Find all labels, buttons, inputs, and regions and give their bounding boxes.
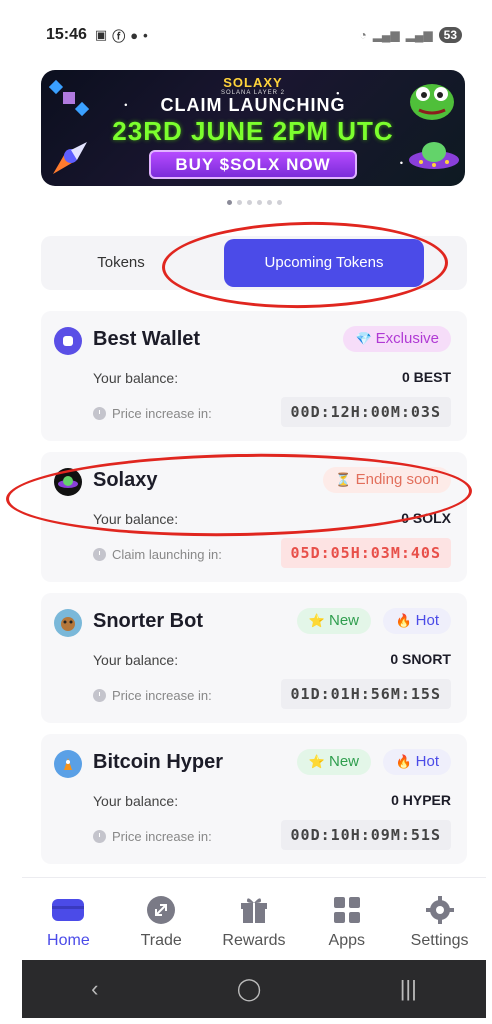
facebook-icon: ⓕ bbox=[112, 28, 126, 44]
nav-label: Settings bbox=[410, 932, 469, 949]
badge-new: ⭐ New bbox=[296, 608, 371, 634]
clock-icon bbox=[93, 548, 106, 561]
gift-icon bbox=[239, 894, 269, 926]
badge-label: New bbox=[328, 753, 359, 770]
timer-label: Price increase in: bbox=[112, 688, 212, 703]
token-card-bitcoin-hyper[interactable]: Bitcoin Hyper ⭐ New 🔥 Hot Your balance: 0 … bbox=[41, 734, 467, 864]
screenshot-icon: ▣ bbox=[94, 27, 108, 42]
timer-label: Price increase in: bbox=[112, 406, 212, 421]
nav-home[interactable]: Home bbox=[23, 878, 113, 960]
token-name: Snorter Bot bbox=[93, 610, 203, 632]
countdown-timer: 00D:12H:00M:03S bbox=[280, 397, 451, 427]
badge-new: ⭐ New bbox=[296, 749, 371, 775]
timer-label-row: Price increase in: bbox=[93, 829, 212, 844]
carousel-dot[interactable] bbox=[256, 200, 262, 205]
status-left: 15:46 ▣ ⓕ ● • bbox=[46, 26, 148, 45]
timer-label: Claim launching in: bbox=[112, 547, 222, 562]
banner-headline: CLAIM LAUNCHING bbox=[160, 95, 346, 115]
badge-label: Hot bbox=[415, 753, 439, 770]
back-icon[interactable]: ‹ bbox=[91, 976, 98, 1002]
nav-settings[interactable]: Settings bbox=[395, 878, 485, 960]
balance-value: 0 BEST bbox=[401, 369, 451, 385]
chat-icon: ● bbox=[130, 27, 139, 43]
notification-icons: ▣ ⓕ ● • bbox=[95, 26, 148, 45]
nav-label: Trade bbox=[140, 932, 182, 949]
nav-label: Apps bbox=[328, 932, 366, 949]
carousel-dot[interactable] bbox=[246, 200, 252, 205]
best-wallet-logo-icon bbox=[54, 327, 82, 355]
timer-label: Price increase in: bbox=[112, 829, 212, 844]
badge-label: Hot bbox=[415, 612, 439, 629]
nav-label: Home bbox=[47, 932, 90, 949]
wifi-icon: ◔ bbox=[359, 28, 367, 42]
diamond-icon: 💎 bbox=[355, 331, 372, 346]
balance-value: 0 HYPER bbox=[391, 792, 451, 808]
clock-icon bbox=[93, 830, 106, 843]
home-circle-icon[interactable]: ◯ bbox=[237, 976, 262, 1002]
recents-icon[interactable]: ||| bbox=[400, 976, 417, 1002]
status-time: 15:46 bbox=[46, 26, 87, 43]
annotation-ellipse-tab bbox=[161, 219, 449, 311]
app-screen: 15:46 ▣ ⓕ ● • ◔ ▂▄▆ ▂▄▆ 53 SOLAXY SOLANA… bbox=[5, 0, 486, 1024]
carousel-dot[interactable] bbox=[266, 200, 272, 205]
timer-label-row: Price increase in: bbox=[93, 688, 212, 703]
badge-hot: 🔥 Hot bbox=[383, 608, 451, 634]
countdown-timer: 00D:10H:09M:51S bbox=[280, 820, 451, 850]
token-card-snorter-bot[interactable]: Snorter Bot ⭐ New 🔥 Hot Your balance: 0 SN… bbox=[41, 593, 467, 723]
snorter-bot-logo-icon bbox=[54, 609, 82, 637]
balance-label: Your balance: bbox=[93, 370, 179, 386]
carousel-dots bbox=[22, 200, 486, 205]
carousel-dot[interactable] bbox=[276, 200, 282, 205]
promo-banner[interactable]: SOLAXY SOLANA LAYER 2 CLAIM LAUNCHING 23… bbox=[41, 70, 465, 186]
countdown-timer: 05D:05H:03M:40S bbox=[280, 538, 451, 568]
bitcoin-hyper-logo-icon bbox=[54, 750, 82, 778]
status-right: ◔ ▂▄▆ ▂▄▆ 53 bbox=[359, 27, 462, 43]
signal-icon-2: ▂▄▆ bbox=[405, 28, 433, 42]
balance-label: Your balance: bbox=[93, 652, 179, 668]
timer-label-row: Claim launching in: bbox=[93, 547, 222, 562]
badge-label: Exclusive bbox=[375, 330, 439, 347]
status-bar: 15:46 ▣ ⓕ ● • ◔ ▂▄▆ ▂▄▆ 53 bbox=[22, 20, 486, 50]
carousel-dot[interactable] bbox=[226, 200, 232, 205]
clock-icon bbox=[93, 407, 106, 420]
more-dot-icon: • bbox=[143, 27, 148, 43]
banner-brand: SOLAXY bbox=[223, 75, 283, 90]
badge-exclusive: 💎 Exclusive bbox=[343, 326, 451, 352]
balance-label: Your balance: bbox=[93, 793, 179, 809]
banner-buy-button[interactable]: BUY $SOLX NOW bbox=[149, 150, 357, 179]
fire-icon: 🔥 bbox=[395, 754, 412, 769]
token-name: Bitcoin Hyper bbox=[93, 751, 224, 773]
star-icon: ⭐ bbox=[308, 613, 325, 628]
system-nav-bar: ‹ ◯ ||| bbox=[22, 960, 486, 1018]
gear-icon bbox=[425, 894, 455, 926]
carousel-dot[interactable] bbox=[236, 200, 242, 205]
banner-date: 23RD JUNE 2PM UTC bbox=[112, 116, 394, 146]
nav-rewards[interactable]: Rewards bbox=[209, 878, 299, 960]
badge-hot: 🔥 Hot bbox=[383, 749, 451, 775]
badge-label: New bbox=[328, 612, 359, 629]
timer-label-row: Price increase in: bbox=[93, 406, 212, 421]
balance-value: 0 SNORT bbox=[390, 651, 451, 667]
fire-icon: 🔥 bbox=[395, 613, 412, 628]
clock-icon bbox=[93, 689, 106, 702]
nav-label: Rewards bbox=[222, 932, 286, 949]
signal-icon: ▂▄▆ bbox=[372, 28, 400, 42]
bottom-nav: Home Trade Rewards Apps Settings bbox=[22, 877, 486, 960]
apps-grid-icon bbox=[332, 894, 362, 926]
swap-icon bbox=[146, 894, 176, 926]
star-icon: ⭐ bbox=[308, 754, 325, 769]
countdown-timer: 01D:01H:56M:15S bbox=[280, 679, 451, 709]
token-card-best-wallet[interactable]: Best Wallet 💎 Exclusive Your balance: 0 B… bbox=[41, 311, 467, 441]
nav-apps[interactable]: Apps bbox=[302, 878, 392, 960]
battery-icon: 53 bbox=[438, 27, 462, 43]
wallet-icon bbox=[51, 894, 85, 926]
nav-trade[interactable]: Trade bbox=[116, 878, 206, 960]
token-name: Best Wallet bbox=[93, 328, 201, 350]
